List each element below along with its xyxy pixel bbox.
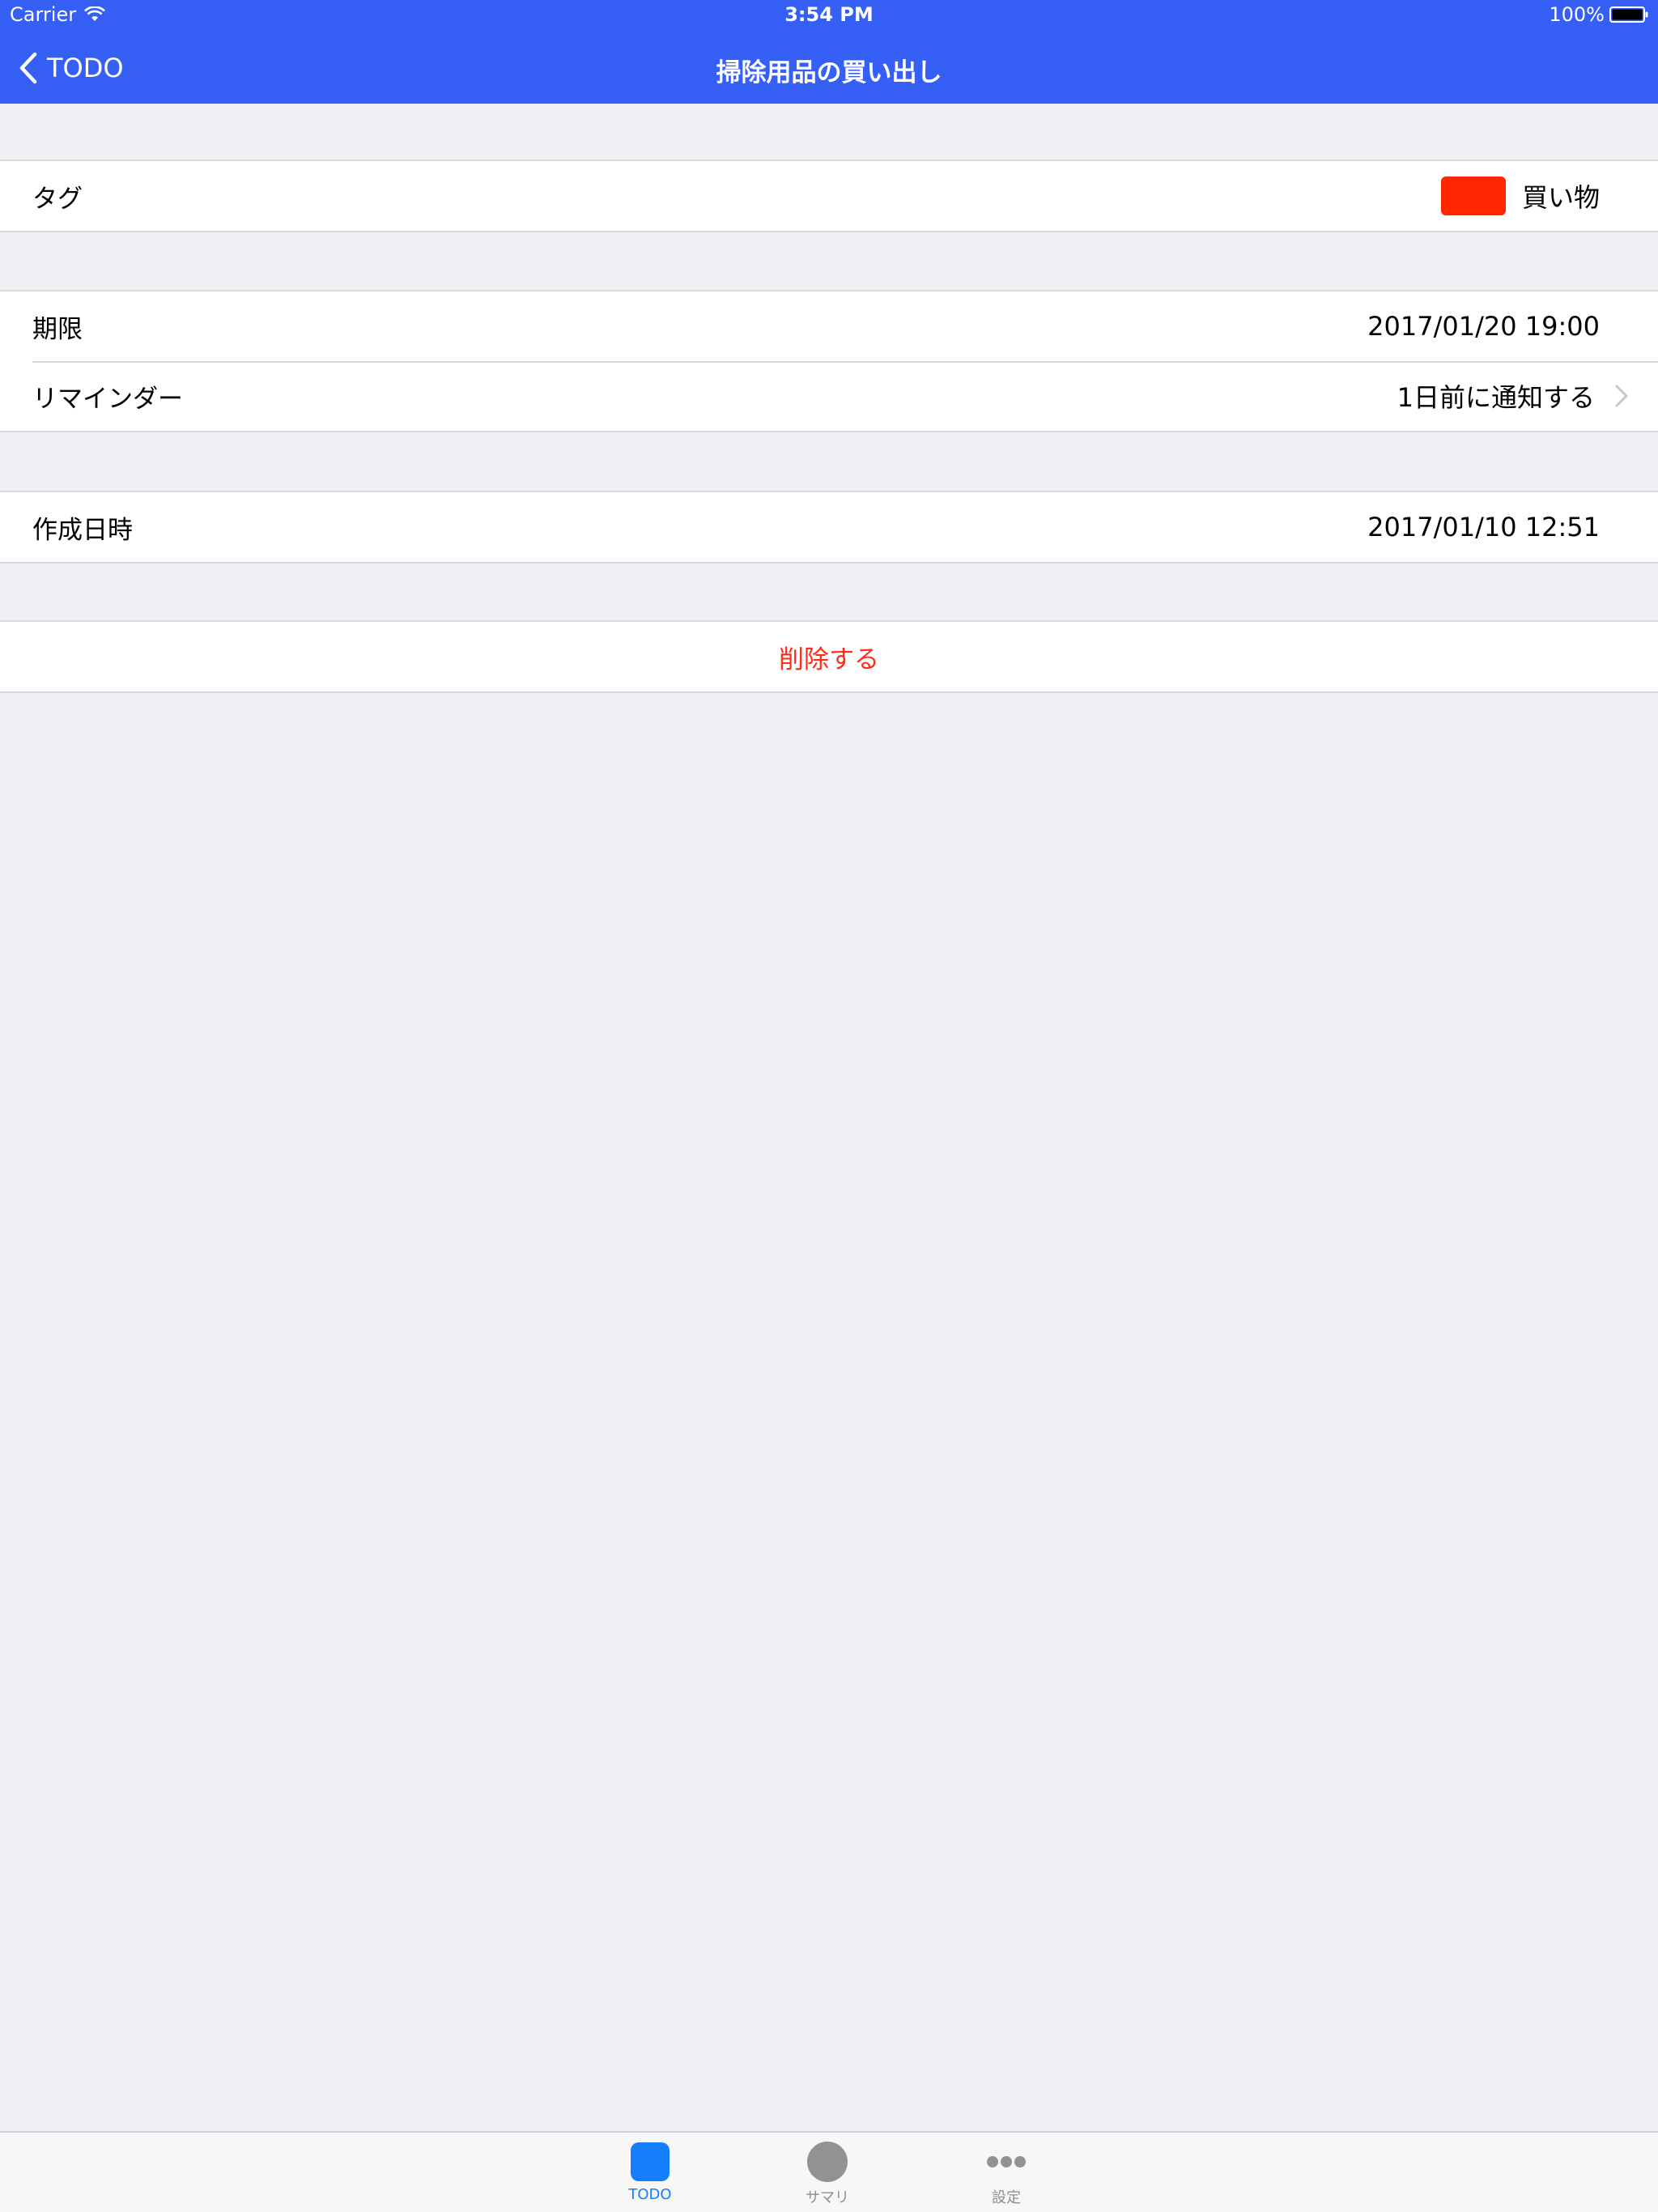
tag-value: 買い物 [1440,177,1600,215]
status-time: 3:54 PM [784,3,874,26]
status-bar: Carrier 3:54 PM 100% [0,0,1658,32]
tab-summary-label: サマリ [806,2189,849,2206]
deadline-value: 2017/01/20 19:00 [1367,311,1600,342]
created-row: 作成日時 2017/01/10 12:51 [0,492,1658,562]
tab-settings[interactable]: 設定 [950,2141,1063,2210]
delete-button[interactable]: 削除する [0,622,1658,691]
created-value: 2017/01/10 12:51 [1367,512,1600,542]
navigation-bar: TODO 掃除用品の買い出し [0,32,1658,104]
tab-todo[interactable]: TODO [593,2141,707,2210]
battery-percent: 100% [1549,3,1605,26]
tab-bar: TODO サマリ 設定 [0,2131,1658,2212]
tag-color-swatch [1440,177,1506,215]
rounded-square-icon [631,2142,670,2181]
tab-settings-label: 設定 [992,2189,1021,2206]
tab-todo-label: TODO [628,2186,672,2203]
tag-row[interactable]: タグ 買い物 [0,161,1658,231]
tab-summary[interactable]: サマリ [771,2141,884,2210]
deadline-label: 期限 [32,314,83,344]
reminder-value: 1日前に通知する [1397,382,1595,413]
battery-indicator: 100% [1549,3,1648,26]
page-title: 掃除用品の買い出し [716,58,942,87]
created-section: 作成日時 2017/01/10 12:51 [0,491,1658,564]
delete-label: 削除する [779,644,879,674]
deadline-section: 期限 2017/01/20 19:00 リマインダー 1日前に通知する [0,290,1658,432]
screen: Carrier 3:54 PM 100% TODO 掃除用品の買い出し タグ 買… [0,0,1658,2212]
reminder-label: リマインダー [32,384,183,414]
chevron-right-icon [1615,385,1628,407]
tag-label: タグ [32,184,83,214]
tag-section: タグ 買い物 [0,160,1658,232]
more-dots-icon [987,2156,1026,2167]
created-label: 作成日時 [32,515,133,545]
tag-name: 買い物 [1521,182,1600,213]
circle-icon [807,2142,848,2182]
deadline-row[interactable]: 期限 2017/01/20 19:00 [0,291,1658,361]
header: Carrier 3:54 PM 100% TODO 掃除用品の買い出し [0,0,1658,104]
battery-icon [1609,6,1648,23]
reminder-row[interactable]: リマインダー 1日前に通知する [0,361,1658,431]
delete-section: 削除する [0,620,1658,693]
